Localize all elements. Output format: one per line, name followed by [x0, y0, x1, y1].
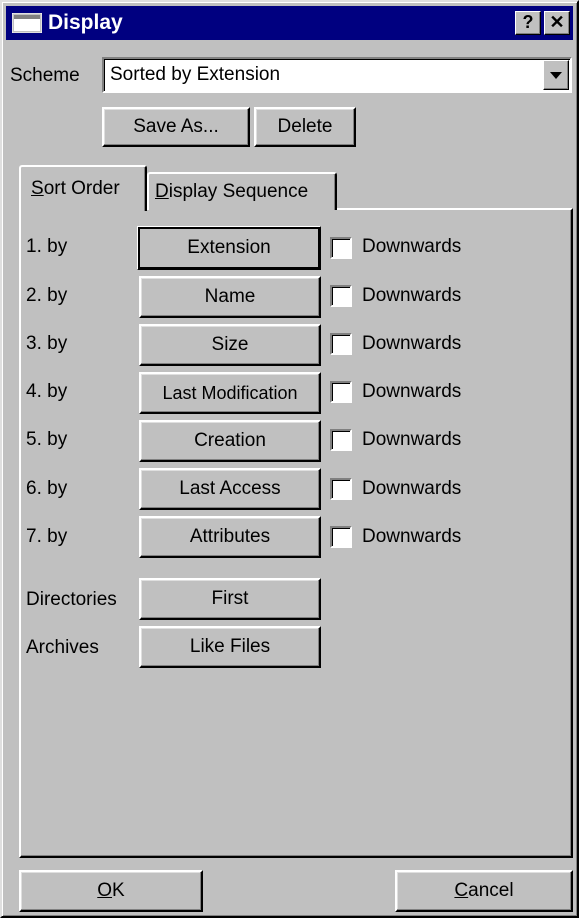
- downwards-label: Downwards: [362, 285, 462, 306]
- tab-sort-order-label: ort Order: [43, 178, 120, 199]
- scheme-label: Scheme: [10, 65, 80, 86]
- downwards-checkbox[interactable]: [330, 526, 352, 548]
- tab-sort-order-mnemonic: S: [31, 178, 44, 199]
- delete-button[interactable]: Delete: [254, 107, 356, 147]
- tab-display-sequence-mnemonic: D: [155, 181, 169, 202]
- downwards-checkbox[interactable]: [330, 285, 352, 307]
- downwards-label: Downwards: [362, 478, 462, 499]
- downwards-checkbox[interactable]: [330, 333, 352, 355]
- sort-field-button[interactable]: Last Modification: [139, 372, 321, 414]
- sort-field-button[interactable]: Extension: [137, 226, 321, 270]
- scheme-dropdown-button[interactable]: [543, 60, 569, 90]
- close-button[interactable]: ✕: [544, 11, 570, 35]
- tab-display-sequence-label: isplay Sequence: [168, 181, 309, 202]
- downwards-label: Downwards: [362, 381, 462, 402]
- sort-order-label: 5. by: [26, 429, 68, 450]
- downwards-checkbox[interactable]: [330, 381, 352, 403]
- directories-button[interactable]: First: [139, 578, 321, 620]
- sort-field-button[interactable]: Creation: [139, 420, 321, 462]
- directories-label: Directories: [26, 589, 117, 610]
- cancel-label: ancel: [468, 880, 514, 901]
- scheme-value: Sorted by Extension: [110, 64, 281, 85]
- sort-order-label: 4. by: [26, 381, 68, 402]
- downwards-checkbox[interactable]: [330, 237, 352, 259]
- archives-label: Archives: [26, 637, 99, 658]
- sort-field-button[interactable]: Last Access: [139, 468, 321, 510]
- cancel-mnemonic: C: [454, 880, 469, 901]
- sort-field-button[interactable]: Attributes: [139, 516, 321, 558]
- downwards-label: Downwards: [362, 236, 462, 257]
- sort-order-label: 7. by: [26, 526, 68, 547]
- scheme-select[interactable]: Sorted by Extension: [102, 57, 572, 93]
- sort-order-label: 6. by: [26, 478, 68, 499]
- sort-field-button[interactable]: Size: [139, 324, 321, 366]
- save-as-button[interactable]: Save As...: [102, 107, 250, 147]
- ok-label: K: [112, 880, 125, 901]
- window-title: Display: [48, 11, 123, 34]
- downwards-label: Downwards: [362, 333, 462, 354]
- ok-mnemonic: O: [97, 880, 113, 901]
- window-icon: [11, 12, 43, 34]
- downwards-checkbox[interactable]: [330, 478, 352, 500]
- cancel-button[interactable]: Cancel: [395, 870, 573, 912]
- sort-order-label: 1. by: [26, 236, 68, 257]
- help-button[interactable]: ?: [515, 11, 541, 35]
- sort-order-label: 2. by: [26, 285, 68, 306]
- downwards-checkbox[interactable]: [330, 429, 352, 451]
- sort-order-label: 3. by: [26, 333, 68, 354]
- display-dialog: Display ? ✕ Scheme Sorted by Extension S…: [0, 0, 579, 918]
- archives-button[interactable]: Like Files: [139, 626, 321, 668]
- downwards-label: Downwards: [362, 526, 462, 547]
- downwards-label: Downwards: [362, 429, 462, 450]
- sort-field-button[interactable]: Name: [139, 276, 321, 318]
- tab-sort-order[interactable]: Sort Order: [19, 165, 147, 211]
- ok-button[interactable]: OK: [19, 870, 203, 912]
- title-bar: Display ? ✕: [6, 6, 573, 40]
- tab-display-sequence[interactable]: Display Sequence: [147, 172, 337, 210]
- chevron-down-icon: [550, 72, 562, 79]
